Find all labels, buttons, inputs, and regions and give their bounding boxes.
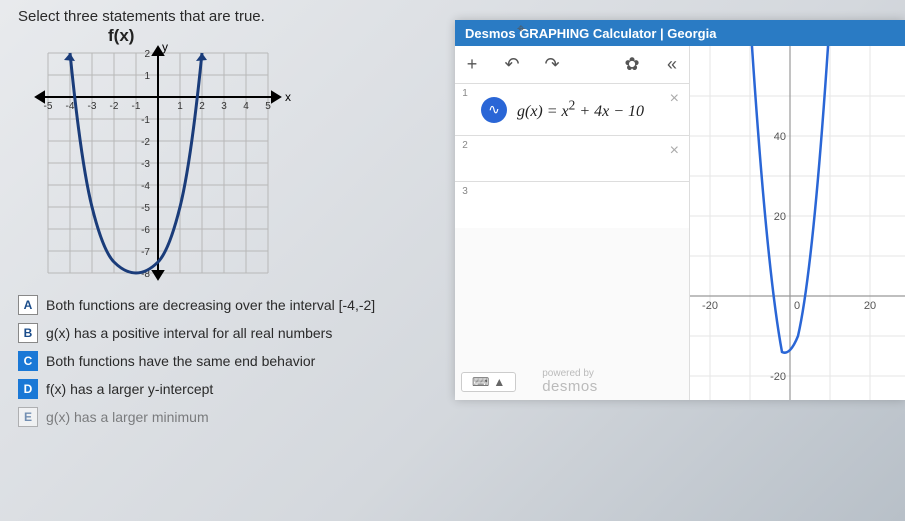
fx-graph: x y -5 -4 -3 -2 -1 1 2 3 4 5 2 1 -1 -2 -3 -4 -5 -6…	[18, 42, 298, 282]
choice-letter-e: E	[18, 407, 38, 427]
svg-text:2: 2	[144, 49, 150, 60]
choice-text-c: Both functions have the same end behavio…	[46, 353, 315, 369]
choice-e[interactable]: E g(x) has a larger minimum	[18, 407, 438, 427]
svg-text:-1: -1	[141, 115, 150, 126]
svg-text:-7: -7	[141, 247, 150, 258]
svg-text:5: 5	[265, 101, 271, 112]
powered-by-label: powered by desmos	[542, 369, 598, 394]
svg-text:0: 0	[794, 300, 800, 312]
svg-text:-3: -3	[141, 159, 150, 170]
svg-text:-3: -3	[88, 101, 97, 112]
row-index: 1	[455, 84, 475, 103]
question-prompt: Select three statements that are true.	[18, 8, 265, 25]
choice-a[interactable]: A Both functions are decreasing over the…	[18, 295, 438, 315]
choice-letter-c: C	[18, 351, 38, 371]
choice-d[interactable]: D f(x) has a larger y-intercept	[18, 379, 438, 399]
caret-up-icon: ▲	[493, 375, 505, 389]
desmos-window: Desmos GRAPHING Calculator | Georgia + ↶…	[455, 20, 905, 400]
desmos-titlebar[interactable]: Desmos GRAPHING Calculator | Georgia	[455, 20, 905, 46]
svg-text:-20: -20	[702, 300, 718, 312]
wave-icon[interactable]: ∿	[481, 97, 507, 123]
delete-row-button[interactable]: ×	[660, 142, 689, 160]
expression-row-3[interactable]: 3	[455, 182, 689, 228]
svg-text:20: 20	[864, 300, 876, 312]
choice-text-e: g(x) has a larger minimum	[46, 409, 209, 425]
row-index: 3	[455, 182, 475, 201]
choice-letter-b: B	[18, 323, 38, 343]
svg-text:20: 20	[774, 211, 786, 223]
add-expression-button[interactable]: +	[461, 54, 483, 75]
desmos-graph[interactable]: -20 0 20 40 20 -20	[690, 46, 905, 400]
choice-text-a: Both functions are decreasing over the i…	[46, 297, 375, 313]
svg-text:40: 40	[774, 131, 786, 143]
svg-text:4: 4	[243, 101, 249, 112]
undo-button[interactable]: ↶	[501, 54, 523, 75]
svg-text:-20: -20	[770, 371, 786, 383]
expression-toolbar: + ↶ ↷ ✿ «	[455, 46, 689, 84]
svg-text:-6: -6	[141, 225, 150, 236]
delete-row-button[interactable]: ×	[660, 90, 689, 108]
row-index: 2	[455, 136, 475, 155]
expression-formula[interactable]: g(x) = x2 + 4x − 10	[513, 98, 660, 121]
redo-button[interactable]: ↷	[541, 54, 563, 75]
expression-row-1[interactable]: 1 ∿ g(x) = x2 + 4x − 10 ×	[455, 84, 689, 136]
choice-c[interactable]: C Both functions have the same end behav…	[18, 351, 438, 371]
keyboard-icon: ⌨	[472, 375, 489, 389]
expression-row-2[interactable]: 2 ×	[455, 136, 689, 182]
choice-letter-d: D	[18, 379, 38, 399]
choice-letter-a: A	[18, 295, 38, 315]
svg-text:2: 2	[199, 101, 205, 112]
answer-choices: A Both functions are decreasing over the…	[18, 295, 438, 435]
svg-text:-2: -2	[110, 101, 119, 112]
svg-text:1: 1	[177, 101, 183, 112]
svg-text:-4: -4	[141, 181, 150, 192]
choice-b[interactable]: B g(x) has a positive interval for all r…	[18, 323, 438, 343]
svg-text:1: 1	[144, 71, 150, 82]
settings-button[interactable]: ✿	[621, 54, 643, 75]
x-axis-label: x	[285, 90, 291, 104]
keyboard-toggle-button[interactable]: ⌨ ▲	[461, 372, 516, 392]
choice-text-d: f(x) has a larger y-intercept	[46, 381, 213, 397]
expression-panel: + ↶ ↷ ✿ « 1 ∿ g(x) = x2 + 4x − 10 × 2 × …	[455, 46, 690, 400]
svg-text:3: 3	[221, 101, 227, 112]
svg-text:-4: -4	[66, 101, 75, 112]
y-axis-label: y	[162, 42, 168, 54]
svg-text:-1: -1	[132, 101, 141, 112]
collapse-panel-button[interactable]: «	[661, 54, 683, 75]
svg-text:-5: -5	[44, 101, 53, 112]
choice-text-b: g(x) has a positive interval for all rea…	[46, 325, 332, 341]
svg-text:-5: -5	[141, 203, 150, 214]
svg-text:-2: -2	[141, 137, 150, 148]
